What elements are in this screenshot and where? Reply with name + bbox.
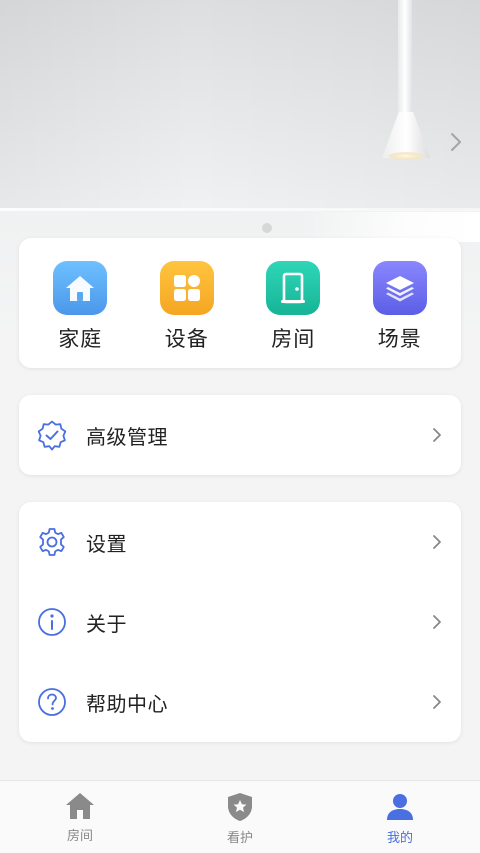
chevron-right-icon — [431, 534, 443, 550]
chevron-right-icon — [431, 427, 443, 443]
nav-label: 看护 — [226, 831, 253, 846]
chevron-right-icon — [431, 614, 443, 630]
nav-item-rooms[interactable]: 房间 — [0, 781, 160, 853]
advanced-card: 高级管理 — [19, 395, 461, 475]
question-icon — [36, 686, 68, 718]
nav-label: 我的 — [386, 831, 413, 846]
chevron-right-icon[interactable] — [446, 128, 466, 156]
shield-star-icon — [225, 791, 255, 823]
person-icon — [384, 791, 416, 823]
quick-action-label: 设备 — [164, 327, 209, 351]
hero-lamp-rod — [398, 0, 412, 118]
device-grid-icon — [159, 261, 214, 315]
help-center-row[interactable]: 帮助中心 — [19, 662, 461, 742]
advanced-management-label: 高级管理 — [86, 424, 168, 449]
nav-item-mine[interactable]: 我的 — [320, 781, 480, 853]
bottom-nav: 房间 看护 我的 — [0, 780, 480, 853]
about-label: 关于 — [86, 611, 127, 636]
shield-check-icon — [36, 419, 68, 451]
quick-actions-card: 家庭 设备 房间 场景 — [19, 238, 461, 368]
settings-card: 设置 关于 帮助中心 — [19, 502, 461, 742]
quick-action-label: 家庭 — [58, 327, 103, 351]
help-center-label: 帮助中心 — [86, 691, 168, 716]
info-icon — [36, 606, 68, 638]
quick-action-scenes[interactable]: 场景 — [350, 238, 450, 368]
layers-icon — [372, 261, 427, 315]
quick-action-devices[interactable]: 设备 — [137, 238, 237, 368]
hero-lamp-glow — [388, 152, 424, 160]
chevron-right-icon — [431, 694, 443, 710]
hero-ceiling-edge — [0, 208, 480, 211]
settings-row[interactable]: 设置 — [19, 502, 461, 582]
door-icon — [266, 261, 321, 315]
settings-label: 设置 — [86, 531, 127, 556]
advanced-management-row[interactable]: 高级管理 — [19, 395, 461, 475]
nav-item-care[interactable]: 看护 — [160, 781, 320, 853]
nav-label: 房间 — [66, 829, 93, 844]
home-icon — [53, 261, 108, 315]
hero-page-indicator — [262, 223, 272, 233]
gear-icon — [36, 526, 68, 558]
quick-action-rooms[interactable]: 房间 — [243, 238, 343, 368]
quick-action-label: 场景 — [377, 327, 422, 351]
quick-action-family[interactable]: 家庭 — [30, 238, 130, 368]
about-row[interactable]: 关于 — [19, 582, 461, 662]
profile-page: 家庭 设备 房间 场景 高级管理 设置 关于 帮助中心 房间 看护 我的 — [0, 0, 480, 853]
quick-action-label: 房间 — [271, 327, 316, 351]
house-icon — [64, 791, 96, 821]
